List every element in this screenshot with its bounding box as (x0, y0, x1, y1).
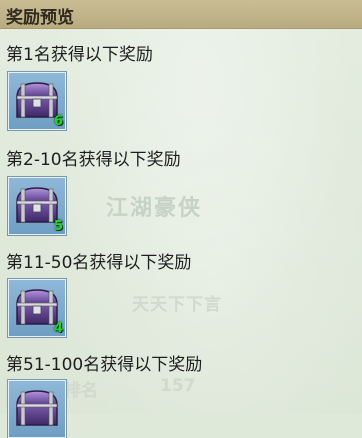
item-count: 6 (53, 114, 63, 129)
background-title-text: 江湖豪侠 (106, 196, 203, 221)
tier-label-rank-1: 第1名获得以下奖励 (6, 45, 153, 65)
tier-label-rank-11-50: 第11-50名获得以下奖励 (6, 253, 192, 273)
reward-slot-rank-51-100[interactable] (8, 380, 66, 438)
header-title: 奖励预览 (6, 8, 74, 28)
reward-slot-rank-11-50[interactable]: 4 (8, 279, 66, 337)
tier-label-rank-51-100: 第51-100名获得以下奖励 (6, 355, 203, 375)
reward-preview-header: 奖励预览 (0, 0, 362, 29)
background-subtitle-text: 天天下下言 (132, 295, 222, 315)
reward-slot-rank-1[interactable]: 6 (8, 72, 66, 130)
background-rank-label: 排名 (64, 381, 98, 401)
treasure-chest-icon (16, 390, 58, 426)
item-count: 4 (53, 321, 63, 336)
item-count: 5 (53, 219, 63, 234)
reward-slot-rank-2-10[interactable]: 5 (8, 177, 66, 235)
background-rank-value: 157 (160, 376, 196, 396)
tier-label-rank-2-10: 第2-10名获得以下奖励 (6, 150, 181, 170)
